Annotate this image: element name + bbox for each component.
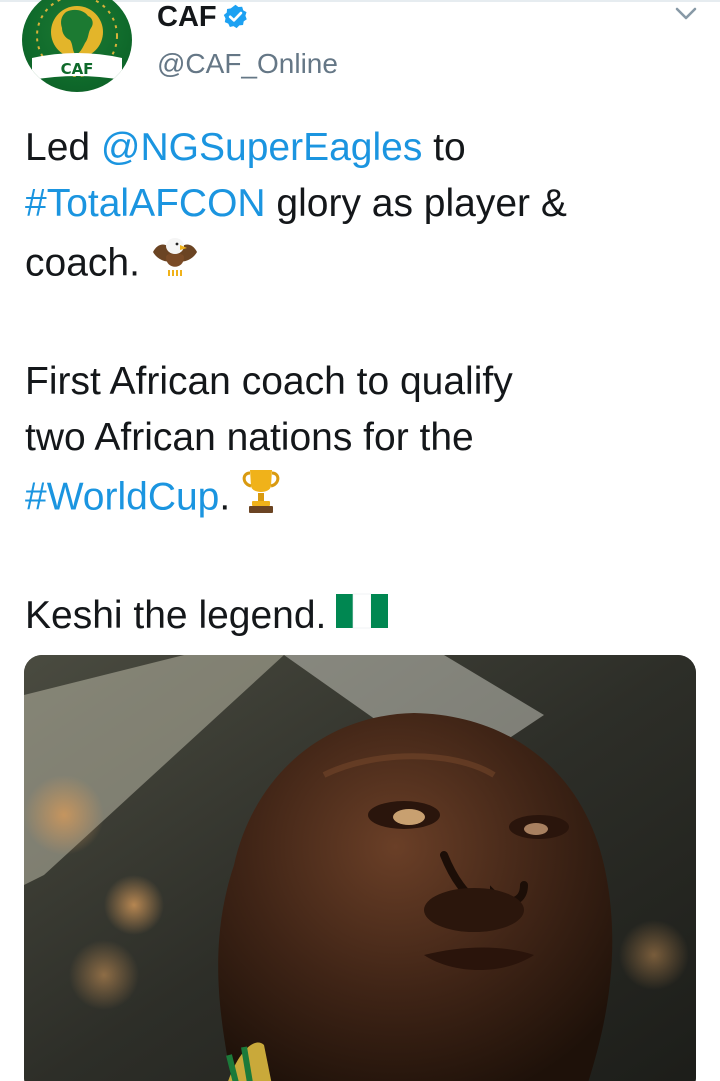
tweet-line: Keshi the legend.: [25, 588, 705, 646]
tweet-text-segment: .: [219, 475, 231, 519]
photo-portrait: [24, 655, 696, 1081]
tweet-text: Led @NGSuperEagles to #TotalAFCON glory …: [25, 120, 705, 646]
tweet-line: #WorldCup.: [25, 466, 705, 532]
tweet-text-segment: glory as player &: [265, 182, 567, 225]
mention-link[interactable]: @NGSuperEagles: [101, 126, 422, 169]
verified-badge-icon: [223, 4, 247, 29]
tweet-page: CAF CAF @CAF_Online Led @NGSuperEagles t…: [0, 0, 720, 1081]
tweet-line: two African nations for the: [25, 410, 705, 466]
tweet-line: First African coach to qualify: [25, 354, 705, 410]
tweet-text-segment: two African nations for the: [25, 416, 474, 459]
tweet-text-segment: First African coach to qualify: [25, 360, 513, 403]
avatar-logo-text: CAF: [61, 60, 94, 78]
tweet-photo[interactable]: [24, 655, 696, 1081]
eagle-emoji: [150, 232, 200, 298]
user-handle[interactable]: @CAF_Online: [157, 47, 338, 81]
trophy-emoji: [240, 466, 282, 532]
tweet-line: #TotalAFCON glory as player &: [25, 176, 705, 232]
nigeria-flag-emoji: [336, 590, 389, 646]
tweet-text-segment: coach.: [25, 241, 140, 285]
display-name[interactable]: CAF: [157, 0, 217, 34]
tweet-line: coach.: [25, 232, 705, 298]
tweet-text-segment: to: [422, 126, 466, 169]
caf-logo-icon: CAF: [32, 0, 122, 80]
tweet-line: Led @NGSuperEagles to: [25, 120, 705, 176]
hashtag-link-totalafcon[interactable]: #TotalAFCON: [25, 182, 266, 225]
tweet-text-segment: Keshi the legend.: [25, 594, 327, 637]
chevron-down-icon[interactable]: [672, 4, 700, 24]
avatar[interactable]: CAF: [22, 0, 132, 92]
tweet-text-segment: Led: [25, 126, 101, 169]
hashtag-link-worldcup[interactable]: #WorldCup: [25, 475, 219, 518]
